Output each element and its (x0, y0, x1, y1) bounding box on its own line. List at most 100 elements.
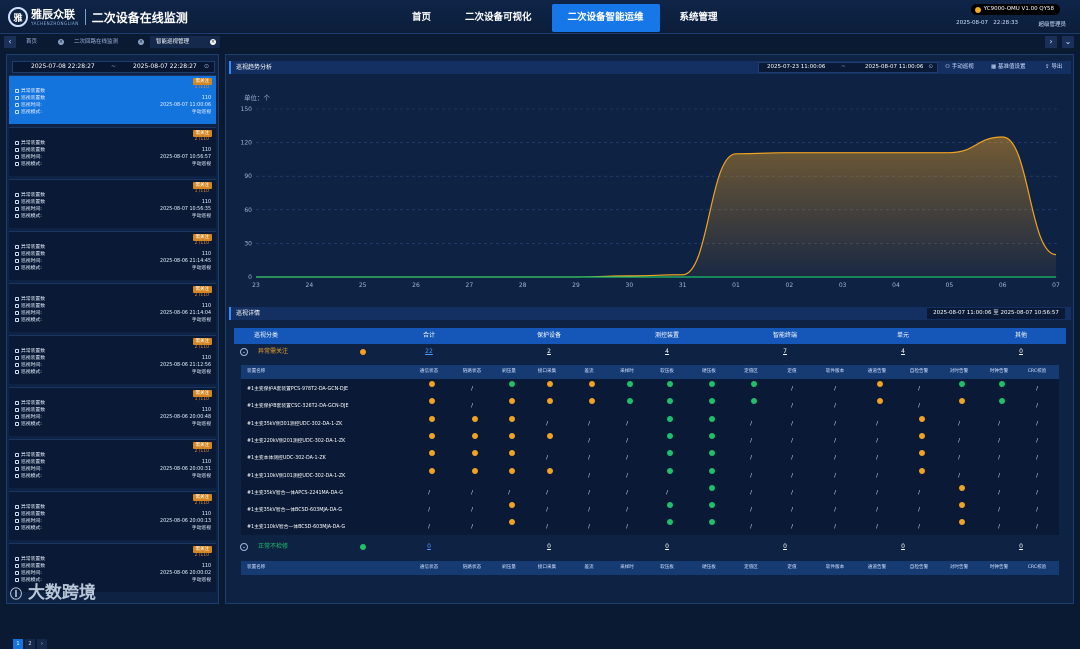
info-icon (15, 303, 19, 308)
patrol-card[interactable]: 需关注 2 /110 异常装置数 巡视装置数 110 巡视时间: 2025-08-06 20… (9, 439, 216, 488)
group-count-link[interactable]: 0 (384, 540, 474, 554)
card-label: 巡视装置数 (21, 408, 45, 413)
card-label: 巡视模式: (21, 110, 42, 115)
next-page-icon[interactable]: › (37, 639, 47, 649)
patrol-card[interactable]: 需关注 2 /110 异常装置数 巡视装置数 110 巡视时间: 2025-08-07 10… (9, 127, 216, 176)
tab-home[interactable]: 首页 × (20, 36, 68, 48)
group-count-link[interactable]: 7 (740, 345, 830, 359)
card-value: 2025-08-06 21:14:04 (160, 311, 211, 316)
warning-dot-icon (877, 398, 883, 405)
group-count-link[interactable]: 2 (504, 345, 594, 359)
tab-loop[interactable]: 二次回路在线监测 × (68, 36, 148, 48)
group-count-link[interactable]: 0 (622, 540, 712, 554)
logo-icon: 雅 (8, 7, 28, 27)
status-cell: / (791, 508, 793, 514)
expand-icon[interactable]: ⌄ (240, 543, 248, 551)
x-tick-label: 06 (999, 282, 1007, 289)
group-count-link[interactable]: 22 (384, 345, 474, 359)
table-row[interactable]: #1主变35kV侧301测控UDC-302-DA-1-ZK / / / / / / / / / / (241, 415, 1059, 433)
page-1[interactable]: 1 (13, 639, 23, 649)
y-tick-label: 120 (241, 140, 253, 147)
warning-dot-icon (959, 398, 965, 405)
version-badge: YC9000-OMU V1.00 QY58 (970, 4, 1060, 15)
group-count-link[interactable]: 0 (740, 540, 830, 554)
patrol-card[interactable]: 需关注 1 /110 异常装置数 巡视装置数 110 巡视时间: 2025-08-07 11… (9, 75, 216, 124)
date-range-picker[interactable]: 2025-07-08 22:28:27 ~ 2025-08-07 22:28:2… (12, 61, 215, 73)
tab-menu-icon[interactable]: ⌄ (1062, 36, 1074, 48)
detail-col-header: 定值 (787, 369, 797, 374)
info-icon (15, 466, 19, 471)
table-row[interactable]: #1主变35kV智合一体BCSD-603MJA-DA-G / / / / / / / / / / / / (241, 502, 1059, 519)
status-cell: / (428, 490, 430, 496)
export-button[interactable]: ⇪ 导出 (1045, 61, 1062, 74)
status-cell: / (471, 490, 473, 496)
warning-dot-icon (877, 381, 883, 387)
status-cell: / (471, 387, 473, 392)
clock-icon: ⊙ (928, 64, 933, 70)
group-count-link[interactable]: 4 (622, 345, 712, 359)
user-menu[interactable]: 超级管理员 (1038, 20, 1066, 28)
table-row[interactable]: #1主变本体测控UDC-302-DA-1-ZK / / / / / / / / / / (241, 450, 1059, 467)
page-2[interactable]: 2 (25, 639, 35, 649)
card-value: 110 (201, 252, 211, 257)
table-row[interactable]: #1主变保护A套装置PCS-978T2-DA-GCN-DJE / / / / / (241, 381, 1059, 398)
card-label: 巡视装置数 (21, 252, 45, 257)
close-icon[interactable]: × (58, 39, 64, 45)
patrol-card[interactable]: 需关注 2 /110 异常装置数 巡视装置数 110 巡视时间: 2025-08-06 21… (9, 335, 216, 384)
group-count-link[interactable]: 0 (976, 345, 1066, 359)
summary-group-row[interactable]: ⌄ 正常不检修 0 0 0 0 0 0 (234, 540, 1066, 554)
detail-col-header: 定值 (787, 565, 797, 570)
table-row[interactable]: #1主变保护B套装置CSC-326T2-DA-GCN-DJE / / / / / (241, 398, 1059, 415)
table-row[interactable]: #1主变110kV智合一体BCSD-603MJA-DA-G / / / / / / / / / / /… (241, 519, 1059, 536)
device-name: #1主变35kV侧301测控UDC-302-DA-1-ZK (247, 421, 343, 427)
table-row[interactable]: #1主变110kV侧101测控UDC-302-DA-1-ZK / / / / / / / / / (241, 467, 1059, 485)
warning-dot-icon (959, 502, 965, 509)
group-count-link[interactable]: 0 (976, 540, 1066, 554)
card-row: 巡视模式: 手动巡视 (15, 525, 211, 532)
trend-range-picker[interactable]: 2025-07-23 11:00:06 ~ 2025-08-07 11:00:0… (758, 62, 938, 73)
status-cell: / (588, 490, 590, 496)
nav-system[interactable]: 系统管理 (666, 4, 732, 32)
patrol-card[interactable]: 需关注 2 /110 异常装置数 巡视装置数 110 巡视时间: 2025-08-06 21… (9, 231, 216, 280)
status-cell: / (1036, 508, 1038, 514)
baseline-button[interactable]: ▦ 基准值设置 (991, 61, 1025, 74)
group-count-link[interactable]: 0 (504, 540, 594, 554)
close-icon[interactable]: × (210, 39, 216, 45)
summary-col-header: 单元 (896, 332, 909, 339)
table-row[interactable]: #1主变35kV智合一体APCS-2241MA-DA-G / / / / / / / / / / / /… (241, 484, 1059, 502)
summary-group-row[interactable]: ⌄ 异常需关注 22 2 4 7 4 0 (234, 345, 1066, 359)
status-cell: / (791, 473, 793, 479)
info-icon (15, 147, 19, 152)
card-value: 手动巡视 (191, 318, 211, 323)
device-name: #1主变保护A套装置PCS-978T2-DA-GCN-DJE (247, 387, 349, 392)
patrol-card[interactable]: 需关注 2 /110 异常装置数 巡视装置数 110 巡视时间: 2025-08-06 20… (9, 491, 216, 540)
table-row[interactable]: #1主变220kV侧201测控UDC-302-DA-1-ZK / / / / / / / / / (241, 432, 1059, 450)
status-badge: 需关注 (192, 338, 212, 345)
nav-visual[interactable]: 二次设备可视化 (451, 4, 546, 32)
patrol-card[interactable]: 需关注 1 /110 异常装置数 巡视装置数 110 巡视时间: 2025-08-06 20… (9, 387, 216, 436)
card-row: 异常装置数 (15, 88, 211, 95)
status-cell: / (546, 421, 548, 427)
detail-col-header: 接口采集 (537, 369, 557, 374)
info-icon (15, 140, 19, 145)
group-count-link[interactable]: 4 (858, 345, 948, 359)
nav-om[interactable]: 二次设备智能运维 (551, 4, 660, 32)
status-cell: / (750, 421, 752, 427)
ok-dot-icon (667, 450, 673, 457)
close-icon[interactable]: × (138, 39, 144, 45)
patrol-card[interactable]: 需关注 1 /110 异常装置数 巡视装置数 110 巡视时间: 2025-08-07 10… (9, 179, 216, 228)
nav-home[interactable]: 首页 (398, 4, 445, 32)
manual-patrol-button[interactable]: ⚇ 手动巡视 (945, 61, 974, 74)
expand-icon[interactable]: ⌄ (240, 348, 248, 356)
tab-scroll-right-icon[interactable]: › (1045, 36, 1057, 48)
card-value: 110 (201, 356, 211, 361)
tab-patrol[interactable]: 智能巡视管理 × (150, 36, 220, 48)
tab-scroll-left-icon[interactable]: ‹ (4, 36, 16, 48)
patrol-card[interactable]: 需关注 2 /110 异常装置数 巡视装置数 110 巡视时间: 2025-08-06 21… (9, 283, 216, 332)
card-label: 巡视模式: (21, 162, 42, 167)
ok-dot-icon (751, 398, 757, 405)
pagination: 1 2 › (13, 639, 49, 649)
status-cell: / (750, 490, 752, 496)
group-count-link[interactable]: 0 (858, 540, 948, 554)
card-label: 异常装置数 (21, 557, 45, 562)
